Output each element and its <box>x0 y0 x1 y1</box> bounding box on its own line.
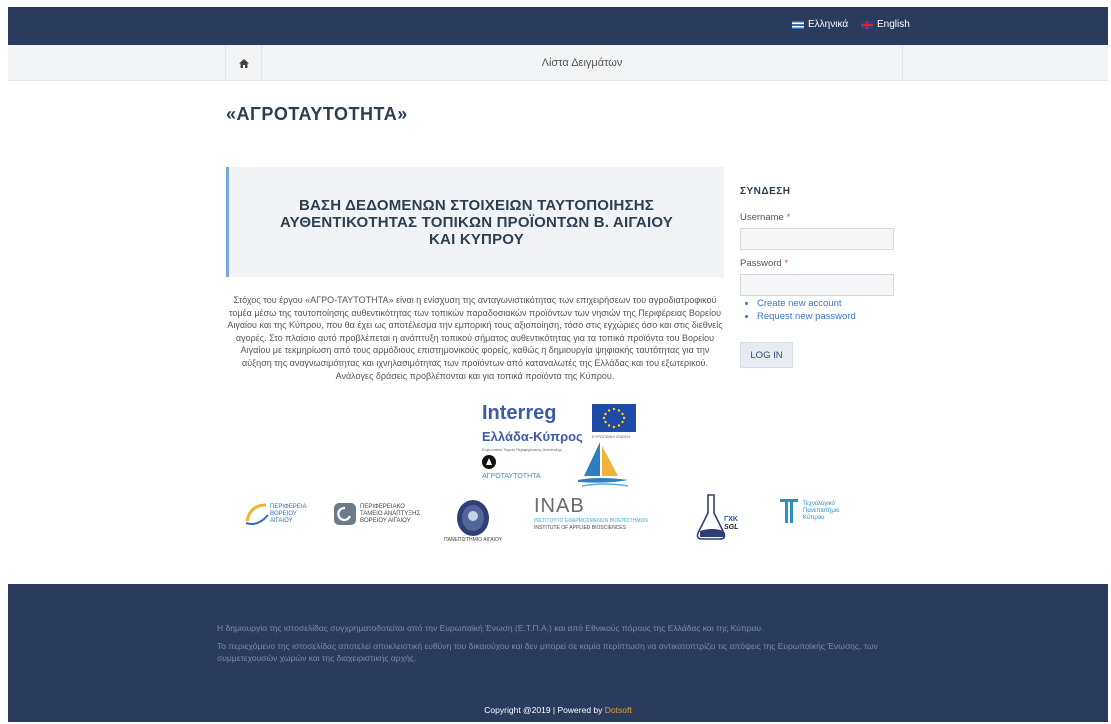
eu-flag-icon <box>592 404 636 432</box>
language-english-link[interactable]: English <box>861 19 910 30</box>
top-bar: Ελληνικά English <box>8 7 1108 45</box>
account-links: Create new account Request new password <box>757 297 856 323</box>
home-icon <box>238 58 249 68</box>
create-account-link[interactable]: Create new account <box>757 297 856 310</box>
footer-disclaimer-text: Το περιεχόμενο της ιστοσελίδας αποτελεί … <box>217 641 878 663</box>
agro-badge-icon <box>482 455 496 469</box>
nav-link-sample-list[interactable]: Λίστα Δειγμάτων <box>262 45 902 81</box>
partner-logos: ΠΕΡΙΦΕΡΕΙΑ ΒΟΡΕΙΟΥ ΑΙΓΑΙΟΥ ΠΕΡΙΦΕΡΕΙΑΚΟ ΤΑΜ… <box>244 493 904 563</box>
home-button[interactable] <box>226 45 262 81</box>
nav-bar: Λίστα Δειγμάτων <box>8 45 1108 81</box>
university-seal-icon <box>457 500 489 536</box>
partner-6-text: Τεχνολογικό Πανεπιστήμιο Κύπρου <box>803 500 840 521</box>
region-swirl-icon <box>245 503 269 525</box>
partner-3-text: ΠΑΝΕΠΙΣΤΗΜΙΟ ΑΙΓΑΙΟΥ <box>444 537 503 543</box>
password-field[interactable] <box>740 274 894 296</box>
login-button[interactable]: LOG IN <box>740 342 793 368</box>
footer: Η δημιουργία της ιστοσελίδας συγχρηματοδ… <box>8 584 1108 722</box>
partner-2-text: ΠΕΡΙΦΕΡΕΙΑΚΟ ΤΑΜΕΙΟ ΑΝΑΠΤΥΞΗΣ ΒΟΡΕΙΟΥ ΑΙΓΑ… <box>360 503 421 524</box>
intro-text: Στόχος του έργου «ΑΓΡΟ-ΤΑΥΤΟΤΗΤΑ» είναι … <box>227 295 723 381</box>
partner-5-text: ΓΧΚ SGL <box>724 516 739 531</box>
hero-heading-line-2: ΑΥΘΕΝΤΙΚΟΤΗΤΑΣ ΤΟΠΙΚΩΝ ΠΡΟΪΟΝΤΩΝ Β. ΑΙΓΑ… <box>280 213 673 231</box>
sailboat-icon <box>578 442 629 487</box>
hero-heading-line-3: ΚΑΙ ΚΥΠΡΟΥ <box>429 230 524 248</box>
inab-wordmark: INAB <box>534 495 585 517</box>
agro-caption: ΑΓΡΟΤΑΥΤΟΤΗΤΑ <box>482 473 541 480</box>
dotsoft-link[interactable]: Dotsoft <box>605 705 632 715</box>
login-title: ΣΥΝΔΕΣΗ <box>740 186 791 197</box>
language-greek-link[interactable]: Ελληνικά <box>792 19 848 30</box>
page-title: «ΑΓΡΟΤΑΥΤΟΤΗΤΑ» <box>226 104 408 124</box>
partner-gxk-sgl: ΓΧΚ SGL <box>692 493 738 541</box>
inab-greek-text: ΙΝΣΤΙΤΟΥΤΟ ΕΦΑΡΜΟΣΜΕΝΩΝ ΒΙΟΕΠΙΣΤΗΜΩΝ <box>534 518 648 524</box>
cut-logo-icon <box>780 499 798 523</box>
partner-1-text: ΠΕΡΙΦΕΡΕΙΑ ΒΟΡΕΙΟΥ ΑΙΓΑΙΟΥ <box>270 503 307 524</box>
partner-university-aegean: ΠΑΝΕΠΙΣΤΗΜΙΟ ΑΙΓΑΙΟΥ <box>444 499 502 544</box>
eu-flag-caption: ΕΥΡΩΠΑΪΚΗ ΕΝΩΣΗ <box>592 434 631 439</box>
language-english-label: English <box>877 19 910 30</box>
footer-copyright: Copyright @2019 | Powered by Dotsoft <box>8 705 1108 715</box>
copyright-text: Copyright @2019 | Powered by <box>484 705 605 715</box>
interreg-fund-text: Ευρωπαϊκό Ταμείο Περιφερειακής Ανάπτυξης <box>482 447 562 452</box>
greek-flag-icon <box>792 20 804 29</box>
partner-cyprus-university-technology: Τεχνολογικό Πανεπιστήμιο Κύπρου <box>780 499 840 523</box>
footer-funding-text: Η δημιουργία της ιστοσελίδας συγχρηματοδ… <box>217 623 764 633</box>
request-password-link[interactable]: Request new password <box>757 310 856 323</box>
hero-banner: ΒΑΣΗ ΔΕΔΟΜΕΝΩΝ ΣΤΟΙΧΕΙΩΝ ΤΑΥΤΟΠΟΙΗΣΗΣ ΑΥ… <box>226 167 724 277</box>
inab-english-text: INSTITUTE OF APPLIED BIOSCIENCES <box>534 525 626 531</box>
username-field[interactable] <box>740 228 894 250</box>
nav-menu: Λίστα Δειγμάτων <box>225 45 903 81</box>
interreg-subtitle: Ελλάδα-Κύπρος <box>482 429 583 444</box>
interreg-logo: Interreg Ελλάδα-Κύπρος Ευρωπαϊκό Ταμείο … <box>470 402 640 490</box>
username-label: Username * <box>740 212 791 223</box>
hero-heading-line-1: ΒΑΣΗ ΔΕΔΟΜΕΝΩΝ ΣΤΟΙΧΕΙΩΝ ΤΑΥΤΟΠΟΙΗΣΗΣ <box>298 196 655 214</box>
language-greek-label: Ελληνικά <box>808 19 849 30</box>
interreg-wordmark: Interreg <box>482 402 557 424</box>
regional-fund-icon <box>334 503 356 525</box>
partner-north-aegean-region: ΠΕΡΙΦΕΡΕΙΑ ΒΟΡΕΙΟΥ ΑΙΓΑΙΟΥ <box>244 501 306 527</box>
uk-flag-icon <box>861 20 873 29</box>
partner-regional-fund: ΠΕΡΙΦΕΡΕΙΑΚΟ ΤΑΜΕΙΟ ΑΝΑΠΤΥΞΗΣ ΒΟΡΕΙΟΥ ΑΙΓΑ… <box>334 503 420 525</box>
password-label: Password * <box>740 258 789 269</box>
partner-inab: INAB ΙΝΣΤΙΤΟΥΤΟ ΕΦΑΡΜΟΣΜΕΝΩΝ ΒΙΟΕΠΙΣΤΗΜΩ… <box>534 495 648 532</box>
hero-heading: ΒΑΣΗ ΔΕΔΟΜΕΝΩΝ ΣΤΟΙΧΕΙΩΝ ΤΑΥΤΟΠΟΙΗΣΗΣ ΑΥ… <box>280 197 673 248</box>
